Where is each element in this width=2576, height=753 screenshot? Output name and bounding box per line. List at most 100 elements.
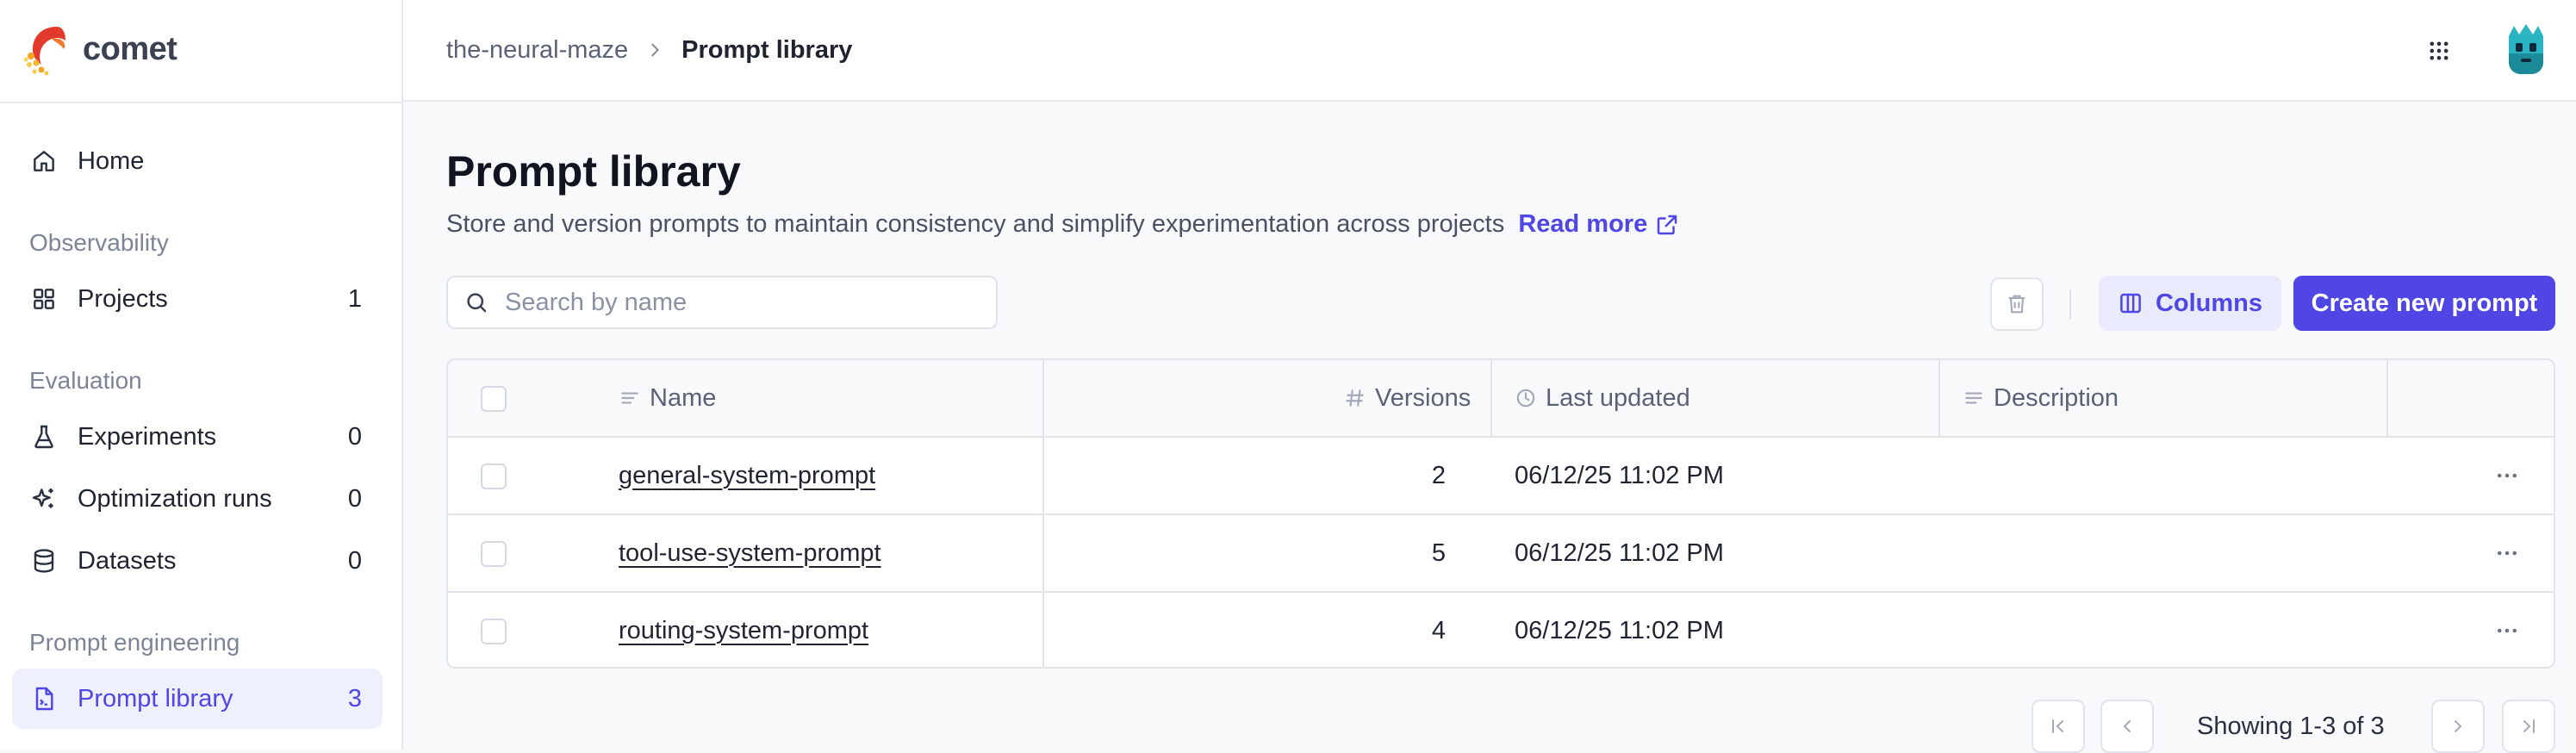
sparkle-icon (29, 484, 59, 513)
row-actions-button[interactable] (2488, 515, 2526, 591)
row-checkbox[interactable] (481, 541, 507, 567)
versions-cell: 2 (1431, 461, 1446, 489)
search-input[interactable] (503, 287, 989, 318)
home-icon (29, 146, 59, 176)
section-label-prompt-engineering: Prompt engineering (29, 629, 240, 656)
column-header-label: Versions (1375, 383, 1472, 412)
first-page-button[interactable] (2032, 700, 2085, 753)
sidebar-item-optimization-runs[interactable]: Optimization runs 0 (12, 469, 383, 529)
chevrons-last-icon (2523, 719, 2535, 733)
sidebar-item-count: 0 (347, 546, 362, 575)
delete-button[interactable] (1990, 277, 2044, 331)
chevron-left-icon (2123, 720, 2131, 732)
page-title: Prompt library (446, 147, 741, 196)
column-divider (1490, 360, 1492, 436)
avatar-icon (2509, 24, 2543, 74)
chevron-right-icon (2455, 720, 2462, 732)
trash-icon (2008, 295, 2025, 314)
prompt-name-link[interactable]: tool-use-system-prompt (619, 515, 881, 591)
sidebar-item-label: Optimization runs (78, 484, 272, 513)
columns-icon (2120, 293, 2141, 314)
column-header-description[interactable]: Description (1963, 360, 2119, 436)
prompt-name-link[interactable]: routing-system-prompt (619, 593, 868, 667)
clock-icon (1516, 389, 1535, 408)
last-page-button[interactable] (2502, 700, 2555, 753)
prompt-file-icon (29, 684, 59, 713)
breadcrumb-workspace[interactable]: the-neural-maze (446, 36, 628, 65)
read-more-label: Read more (1518, 210, 1648, 238)
columns-button[interactable]: Columns (2099, 276, 2281, 331)
table-row[interactable]: routing-system-prompt 4 06/12/25 11:02 P… (448, 593, 2554, 667)
last-updated-cell: 06/12/25 11:02 PM (1515, 538, 1724, 567)
row-checkbox[interactable] (481, 464, 507, 489)
versions-cell: 4 (1431, 616, 1446, 644)
versions-cell: 5 (1431, 538, 1446, 567)
prompts-table: Name Versions Last updated Description g… (446, 358, 2555, 669)
more-horizontal-icon (2498, 628, 2517, 633)
grid-icon (29, 284, 59, 314)
sidebar: comet Home Observability Projects 1 Eval… (0, 0, 403, 750)
more-horizontal-icon (2498, 551, 2517, 556)
app-root: comet Home Observability Projects 1 Eval… (0, 0, 2576, 753)
column-header-label: Name (650, 383, 717, 412)
column-header-last-updated[interactable]: Last updated (1515, 360, 1690, 436)
top-bar: the-neural-maze Prompt library (403, 0, 2576, 102)
sidebar-divider (0, 102, 403, 103)
sidebar-item-prompt-library[interactable]: Prompt library 3 (12, 669, 383, 729)
section-label-evaluation: Evaluation (29, 367, 142, 394)
breadcrumb-current: Prompt library (681, 35, 853, 64)
more-horizontal-icon (2498, 473, 2517, 478)
avatar[interactable] (2504, 24, 2548, 74)
sidebar-item-count: 1 (347, 284, 362, 313)
app-switcher-button[interactable] (2421, 33, 2457, 69)
sidebar-item-projects[interactable]: Projects 1 (12, 269, 383, 329)
pagination-status: Showing 1-3 of 3 (2197, 712, 2385, 740)
breadcrumb: the-neural-maze Prompt library (446, 0, 852, 100)
sidebar-item-datasets[interactable]: Datasets 0 (12, 531, 383, 591)
comet-logo-icon (23, 27, 65, 76)
sidebar-item-home[interactable]: Home (12, 131, 383, 191)
columns-label: Columns (2155, 289, 2263, 317)
search-box (446, 276, 998, 329)
last-updated-cell: 06/12/25 11:02 PM (1515, 616, 1724, 644)
search-icon (467, 293, 487, 313)
description-text: Store and version prompts to maintain co… (446, 210, 1505, 238)
sidebar-item-label: Experiments (78, 422, 217, 451)
sidebar-item-label: Datasets (78, 546, 177, 575)
column-header-name[interactable]: Name (619, 360, 716, 436)
sidebar-item-count: 0 (347, 484, 362, 513)
column-header-label: Description (1994, 383, 2119, 412)
sidebar-item-count: 0 (347, 422, 362, 451)
page-description: Store and version prompts to maintain co… (446, 210, 1680, 239)
table-row[interactable]: general-system-prompt 2 06/12/25 11:02 P… (448, 438, 2554, 515)
sidebar-item-label: Prompt library (78, 684, 233, 713)
row-checkbox[interactable] (481, 619, 507, 644)
chevron-right-icon (645, 40, 664, 59)
next-page-button[interactable] (2431, 700, 2485, 753)
column-header-versions[interactable]: Versions (1344, 360, 1471, 436)
toolbar-divider (2069, 289, 2071, 319)
last-updated-cell: 06/12/25 11:02 PM (1515, 461, 1724, 489)
grid-dots-icon (2430, 41, 2448, 60)
comet-logo[interactable]: comet (22, 21, 177, 78)
read-more-link[interactable]: Read more (1518, 210, 1680, 239)
logo-text: comet (83, 30, 177, 67)
table-header: Name Versions Last updated Description (448, 360, 2554, 438)
previous-page-button[interactable] (2100, 700, 2154, 753)
create-new-prompt-button[interactable]: Create new prompt (2293, 276, 2555, 331)
hash-icon (1346, 389, 1364, 407)
external-link-icon (1657, 215, 1677, 234)
table-row[interactable]: tool-use-system-prompt 5 06/12/25 11:02 … (448, 515, 2554, 593)
prompt-name-link[interactable]: general-system-prompt (619, 438, 875, 513)
column-header-label: Last updated (1546, 383, 1690, 412)
column-divider (1938, 360, 1940, 436)
database-icon (29, 546, 59, 576)
select-all-checkbox[interactable] (481, 386, 507, 412)
main-content: Prompt library Store and version prompts… (403, 102, 2576, 753)
row-actions-button[interactable] (2488, 438, 2526, 513)
text-column-icon (1965, 392, 1982, 404)
sidebar-item-experiments[interactable]: Experiments 0 (12, 407, 383, 467)
row-actions-button[interactable] (2488, 593, 2526, 667)
chevrons-first-icon (2052, 719, 2063, 733)
text-column-icon (621, 392, 638, 404)
